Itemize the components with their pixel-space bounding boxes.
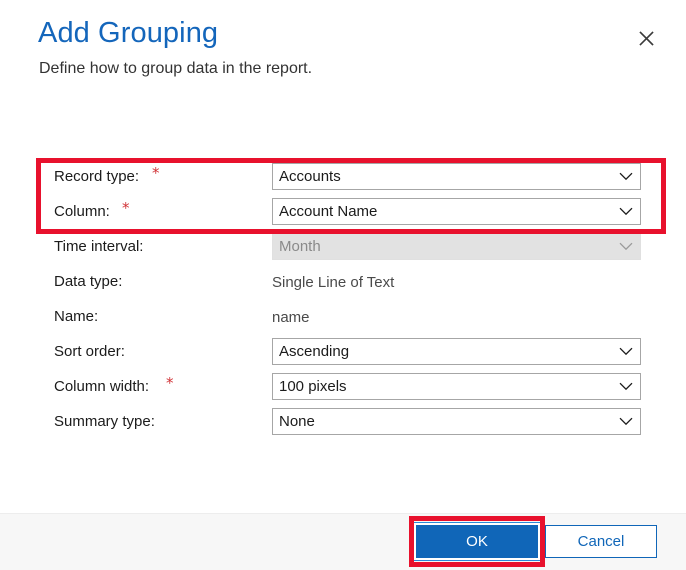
- chevron-down-icon: [612, 382, 640, 391]
- dialog-header: Add Grouping Define how to group data in…: [0, 0, 686, 100]
- dialog-footer: OK Cancel: [0, 513, 686, 570]
- column-width-dropdown[interactable]: 100 pixels: [272, 373, 641, 400]
- chevron-down-icon: [612, 417, 640, 426]
- form-row-record-type: Record type: * Accounts: [0, 160, 686, 195]
- form-row-name: Name: name: [0, 300, 686, 335]
- page-title: Add Grouping: [38, 17, 219, 49]
- form-row-time-interval: Time interval: Month: [0, 230, 686, 265]
- label-column-width: Column width:: [54, 378, 150, 395]
- label-time-interval: Time interval:: [54, 238, 144, 255]
- label-name: Name:: [54, 308, 99, 325]
- dialog-subtitle: Define how to group data in the report.: [39, 60, 313, 77]
- column-dropdown[interactable]: Account Name: [272, 198, 641, 225]
- summary-type-value: None: [279, 413, 315, 430]
- label-record-type: Record type:: [54, 168, 140, 185]
- chevron-down-icon: [612, 207, 640, 216]
- form-row-data-type: Data type: Single Line of Text: [0, 265, 686, 300]
- required-asterisk-record-type: *: [152, 164, 160, 182]
- sort-order-value: Ascending: [279, 343, 350, 360]
- data-type-value: Single Line of Text: [272, 274, 395, 291]
- form-row-column-width: Column width: * 100 pixels: [0, 370, 686, 405]
- form-row-summary-type: Summary type: None: [0, 405, 686, 440]
- time-interval-dropdown: Month: [272, 233, 641, 260]
- chevron-down-icon: [612, 172, 640, 181]
- chevron-down-icon: [612, 242, 640, 251]
- column-value: Account Name: [279, 203, 378, 220]
- label-column: Column:: [54, 203, 110, 220]
- time-interval-value: Month: [279, 238, 321, 255]
- form-row-column: Column: * Account Name: [0, 195, 686, 230]
- required-asterisk-column-width: *: [166, 374, 174, 392]
- label-summary-type: Summary type:: [54, 413, 155, 430]
- form-row-sort-order: Sort order: Ascending: [0, 335, 686, 370]
- chevron-down-icon: [612, 347, 640, 356]
- column-width-value: 100 pixels: [279, 378, 347, 395]
- close-button[interactable]: [632, 24, 660, 52]
- cancel-button[interactable]: Cancel: [545, 525, 657, 558]
- name-value: name: [272, 309, 310, 326]
- ok-button[interactable]: OK: [414, 523, 540, 560]
- record-type-dropdown[interactable]: Accounts: [272, 163, 641, 190]
- grouping-form: Record type: * Accounts Column: * Accoun…: [0, 160, 686, 440]
- summary-type-dropdown[interactable]: None: [272, 408, 641, 435]
- record-type-value: Accounts: [279, 168, 341, 185]
- label-data-type: Data type:: [54, 273, 123, 290]
- add-grouping-dialog: Add Grouping Define how to group data in…: [0, 0, 686, 570]
- label-sort-order: Sort order:: [54, 343, 125, 360]
- close-icon: [638, 30, 654, 46]
- sort-order-dropdown[interactable]: Ascending: [272, 338, 641, 365]
- required-asterisk-column: *: [122, 199, 130, 217]
